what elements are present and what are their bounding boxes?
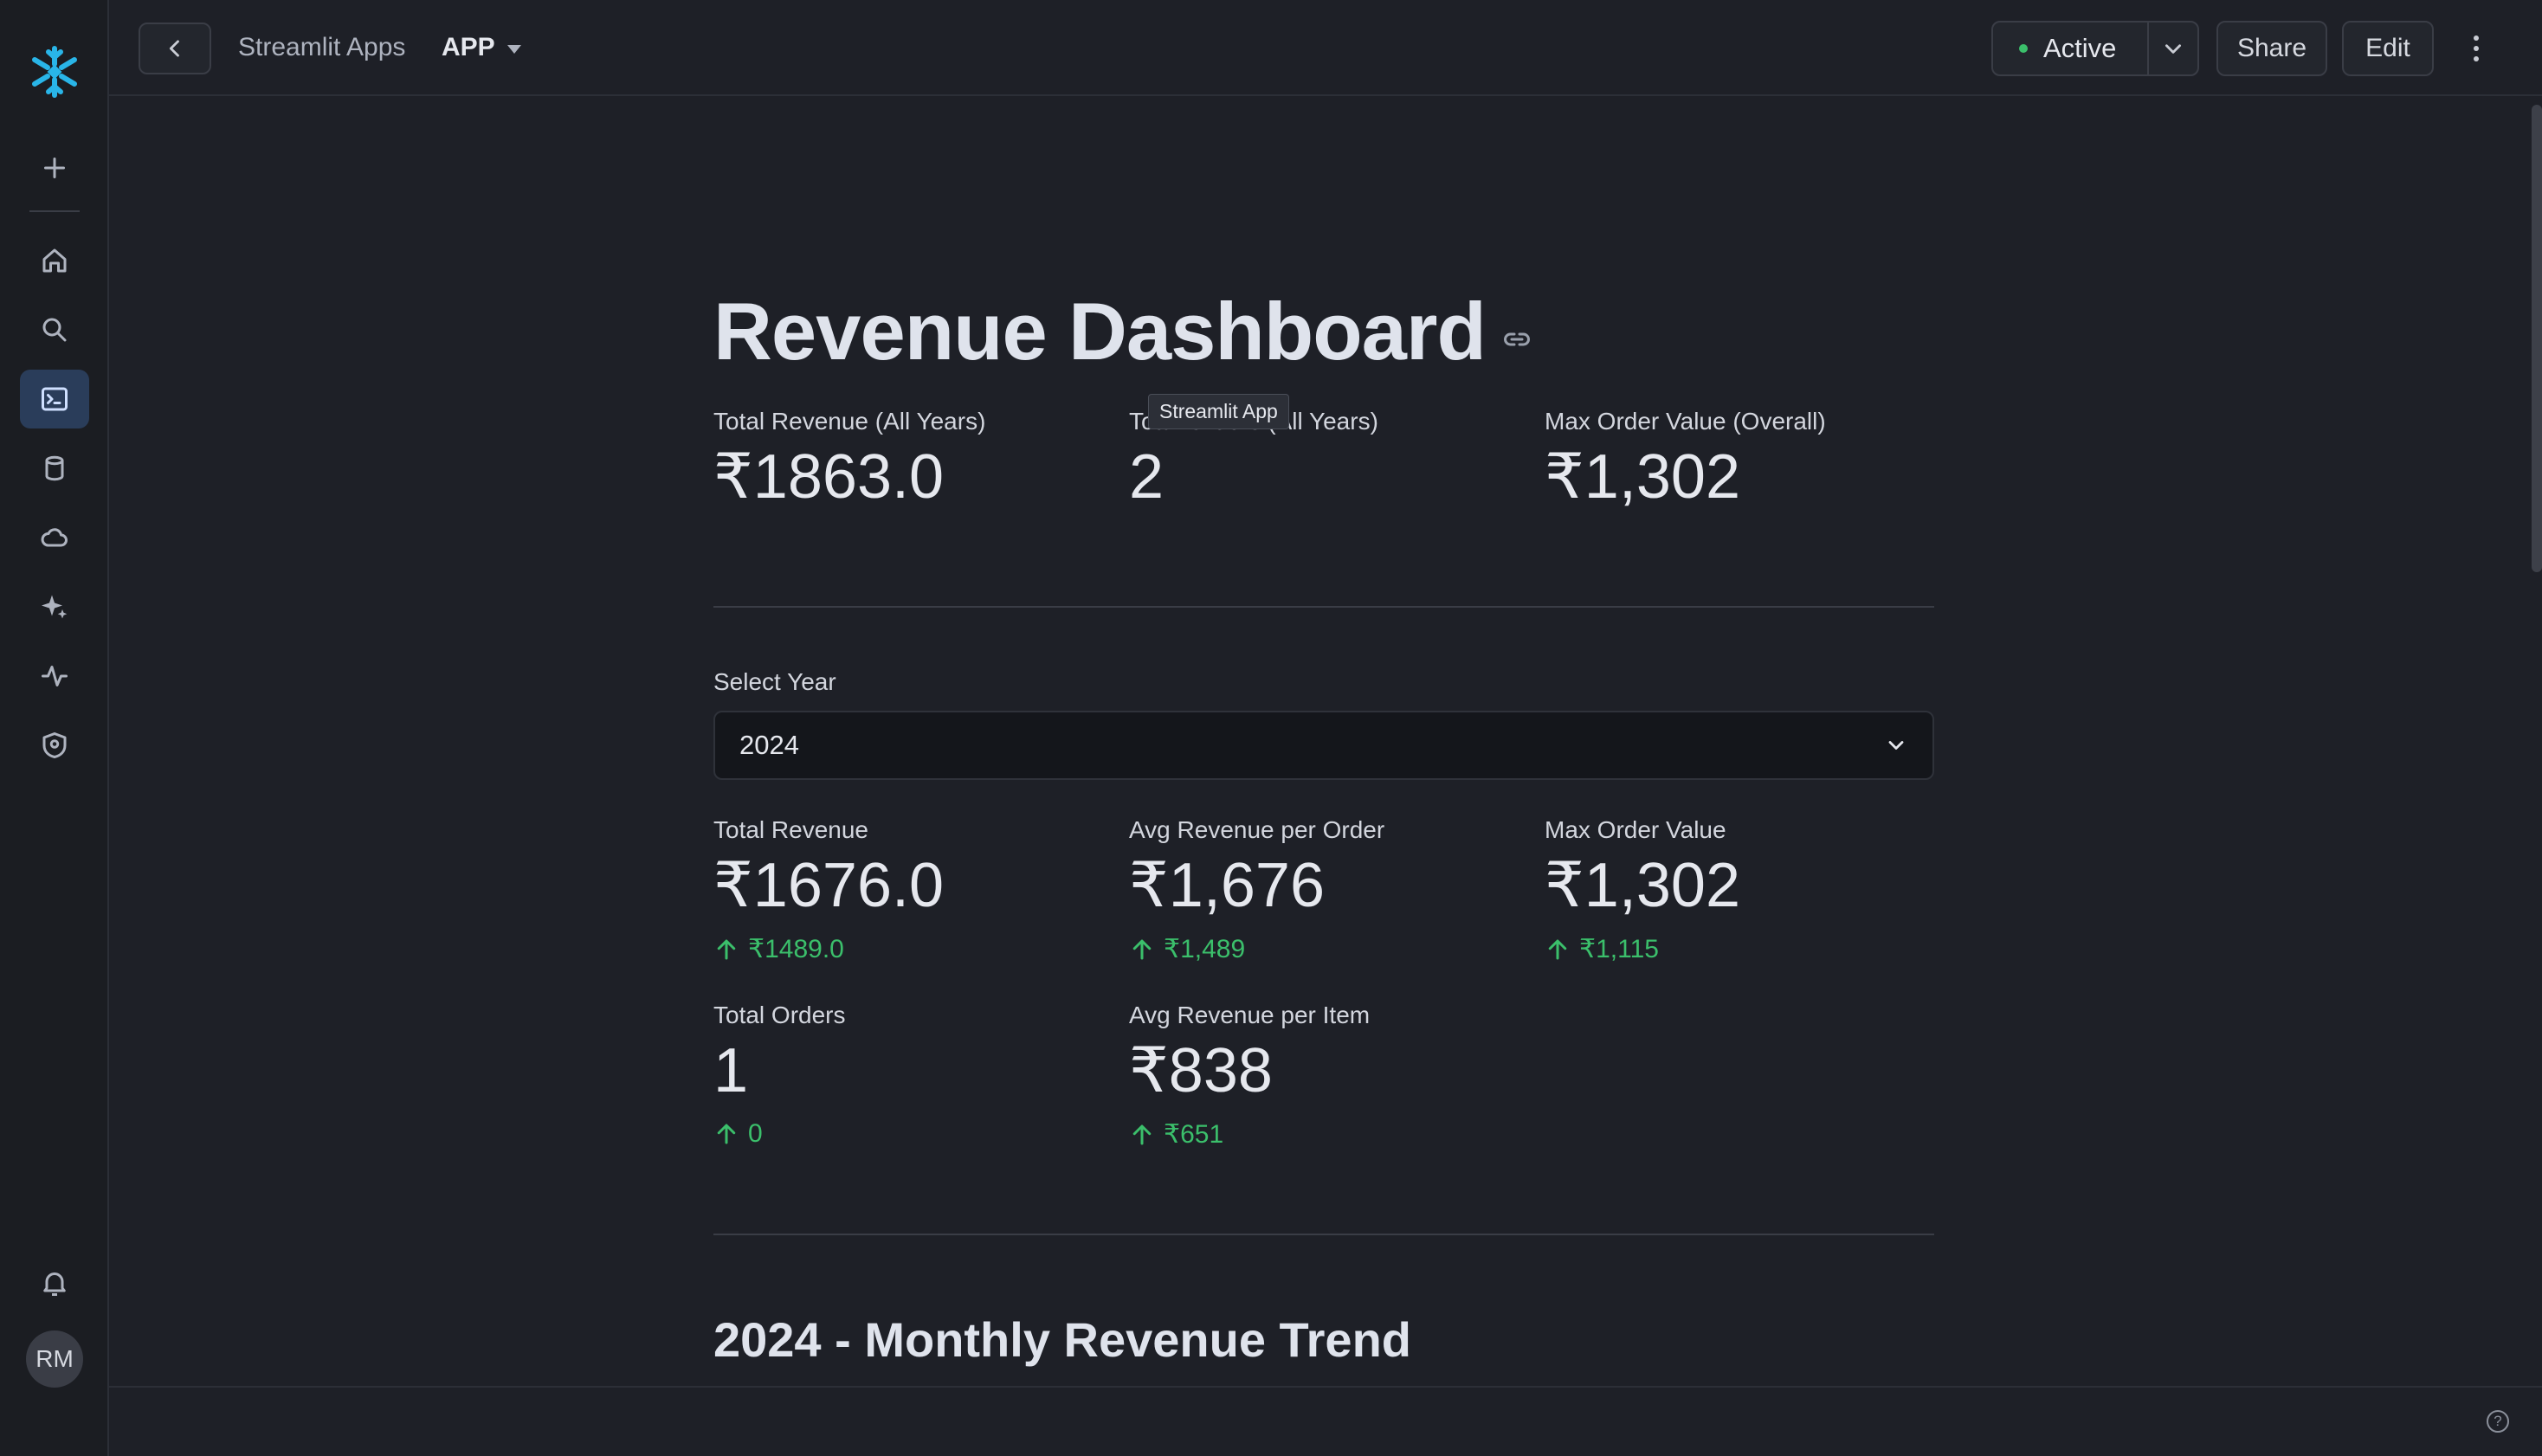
metric-avg-revenue-per-order: Avg Revenue per Order ₹1,676 ₹1,489 [1129,816,1527,964]
activity-icon [42,666,68,686]
tooltip: Streamlit App [1148,394,1289,429]
terminal-icon [42,387,68,411]
status-dot-icon [2019,44,2028,53]
search-icon [42,318,67,342]
metric-delta-value: ₹1,115 [1579,935,1659,963]
year-select-value: 2024 [739,730,799,760]
metric-value: ₹1,302 [1545,851,1740,920]
projects-button[interactable] [20,370,89,428]
metric-value: ₹1676.0 [713,851,945,920]
chevron-down-icon [2165,44,2181,54]
vertical-scrollbar[interactable] [2532,105,2542,572]
metric-value: ₹1,302 [1545,442,1740,512]
streamlit-app-frame: Revenue Dashboard Streamlit App Total Re… [109,96,2542,1386]
metric-value: ₹1863.0 [713,442,945,512]
title-row: Revenue Dashboard [713,285,1532,378]
search-button[interactable] [20,300,89,359]
section-title: 2024 - Monthly Revenue Trend [713,1312,1411,1367]
shield-icon [42,732,67,758]
chevron-left-icon [169,40,179,57]
metric-avg-revenue-per-item: Avg Revenue per Item ₹838 ₹651 [1129,1002,1527,1150]
monitoring-button[interactable] [20,647,89,705]
metric-delta: ₹1,115 [1545,934,1943,964]
metric-delta: ₹1,489 [1129,934,1527,964]
metric-total-revenue-all: Total Revenue (All Years) ₹1863.0 [713,408,1112,508]
metric-total-orders: Total Orders 1 0 [713,1002,1112,1149]
metric-label: Total Revenue [713,816,869,843]
caret-down-icon [506,45,521,54]
metric-label: Avg Revenue per Item [1129,1002,1371,1028]
status-dropdown-button[interactable] [2147,23,2197,74]
metric-label: Avg Revenue per Order [1129,816,1385,843]
anchor-link-icon[interactable] [1501,324,1532,355]
back-button[interactable] [139,23,211,74]
user-avatar[interactable]: RM [26,1330,83,1388]
metric-label: Total Orders [713,1002,846,1028]
metric-label: Max Order Value [1545,816,1726,843]
metric-value: 2 [1129,442,1165,512]
status-button[interactable]: Active [1993,23,2147,74]
arrow-up-icon [1132,939,1152,959]
metric-label: Max Order Value (Overall) [1545,408,1826,435]
metric-value: ₹838 [1129,1036,1273,1105]
sparkle-icon [42,595,68,619]
divider [713,606,1934,608]
ai-button[interactable] [20,577,89,636]
top-bar: Streamlit Apps APP Active Share Edit [109,0,2542,96]
data-button[interactable] [20,439,89,498]
select-year-label: Select Year [713,668,836,695]
status-label: Active [2043,33,2117,63]
metric-delta: 0 [713,1119,1112,1149]
edit-button[interactable]: Edit [2342,21,2434,76]
metric-total-revenue: Total Revenue ₹1676.0 ₹1489.0 [713,816,1112,964]
notifications-button[interactable] [20,1253,89,1312]
chevron-down-icon [1888,741,1904,750]
breadcrumb-streamlit-apps[interactable]: Streamlit Apps [238,33,405,62]
plus-icon [44,158,65,178]
metric-max-order-overall: Max Order Value (Overall) ₹1,302 [1545,408,1943,508]
cloud-icon [41,528,68,547]
footer-bar: ? [109,1386,2542,1456]
cloud-button[interactable] [20,508,89,567]
metric-delta-value: ₹1489.0 [748,935,844,963]
app-label: APP [442,33,495,61]
arrow-up-icon [717,1124,736,1144]
help-icon[interactable]: ? [2487,1410,2509,1433]
metric-delta: ₹651 [1129,1119,1527,1150]
database-icon [45,455,64,481]
create-button[interactable] [20,139,89,197]
app-menu-dropdown[interactable]: APP [442,33,521,62]
arrow-up-icon [1132,1124,1152,1144]
arrow-up-icon [1548,939,1567,959]
snowflake-logo-icon[interactable] [24,42,85,102]
metric-delta-value: ₹651 [1164,1120,1224,1149]
metric-delta: ₹1489.0 [713,934,1112,964]
metric-delta-value: ₹1,489 [1164,935,1246,963]
rail-divider [29,210,80,212]
more-options-icon[interactable] [2459,31,2494,66]
page-title: Revenue Dashboard [713,286,1487,377]
home-icon [42,248,67,273]
divider [713,1234,1934,1235]
metric-delta-value: 0 [748,1119,763,1148]
left-nav-rail: RM [0,0,109,1456]
home-button[interactable] [20,231,89,290]
year-select[interactable]: 2024 [713,711,1934,780]
governance-button[interactable] [20,716,89,775]
bell-icon [43,1272,66,1296]
metric-label: Total Revenue (All Years) [713,408,986,435]
arrow-up-icon [717,939,736,959]
metric-value: 1 [713,1036,749,1105]
share-button[interactable]: Share [2216,21,2327,76]
metric-value: ₹1,676 [1129,851,1325,920]
metric-max-order-value: Max Order Value ₹1,302 ₹1,115 [1545,816,1943,964]
app-status-control: Active [1991,21,2199,76]
